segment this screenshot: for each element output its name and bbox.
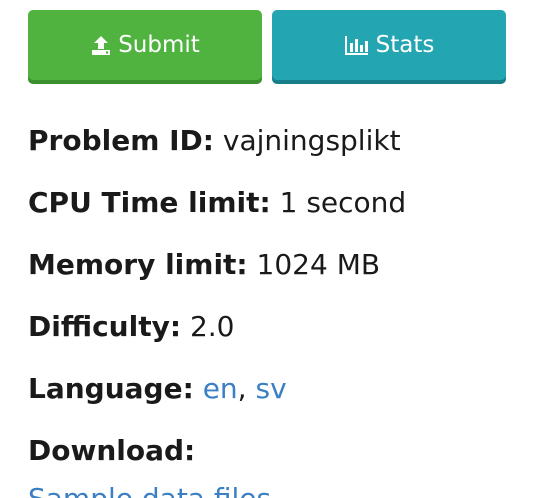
problem-id-key: Problem ID: <box>28 124 214 157</box>
difficulty-key: Difficulty: <box>28 310 182 343</box>
memory-limit-value: 1024 MB <box>256 248 381 281</box>
stats-button[interactable]: Stats <box>272 10 506 80</box>
difficulty-value: 2.0 <box>189 310 235 343</box>
problem-id-row: Problem ID: vajningsplikt <box>28 120 528 182</box>
memory-limit-row: Memory limit: 1024 MB <box>28 244 528 306</box>
download-key: Download: <box>28 434 196 467</box>
language-separator: , <box>237 372 247 405</box>
upload-icon <box>90 34 112 56</box>
problem-metadata: Problem ID: vajningsplikt CPU Time limit… <box>28 120 528 492</box>
memory-limit-key: Memory limit: <box>28 248 248 281</box>
action-buttons: Submit Stats <box>28 10 506 84</box>
submit-label: Submit <box>118 32 200 58</box>
language-link-en[interactable]: en <box>203 372 238 405</box>
cpu-time-value: 1 second <box>279 186 407 219</box>
sample-data-files-link[interactable]: Sample data files <box>28 478 271 498</box>
difficulty-row: Difficulty: 2.0 <box>28 306 528 368</box>
language-link-sv[interactable]: sv <box>255 372 286 405</box>
submit-button[interactable]: Submit <box>28 10 262 80</box>
language-row: Language: en, sv <box>28 368 528 430</box>
problem-id-value: vajningsplikt <box>222 124 401 157</box>
cpu-time-row: CPU Time limit: 1 second <box>28 182 528 244</box>
cpu-time-key: CPU Time limit: <box>28 186 271 219</box>
language-key: Language: <box>28 372 194 405</box>
bar-chart-icon <box>344 34 370 56</box>
stats-label: Stats <box>375 32 435 58</box>
